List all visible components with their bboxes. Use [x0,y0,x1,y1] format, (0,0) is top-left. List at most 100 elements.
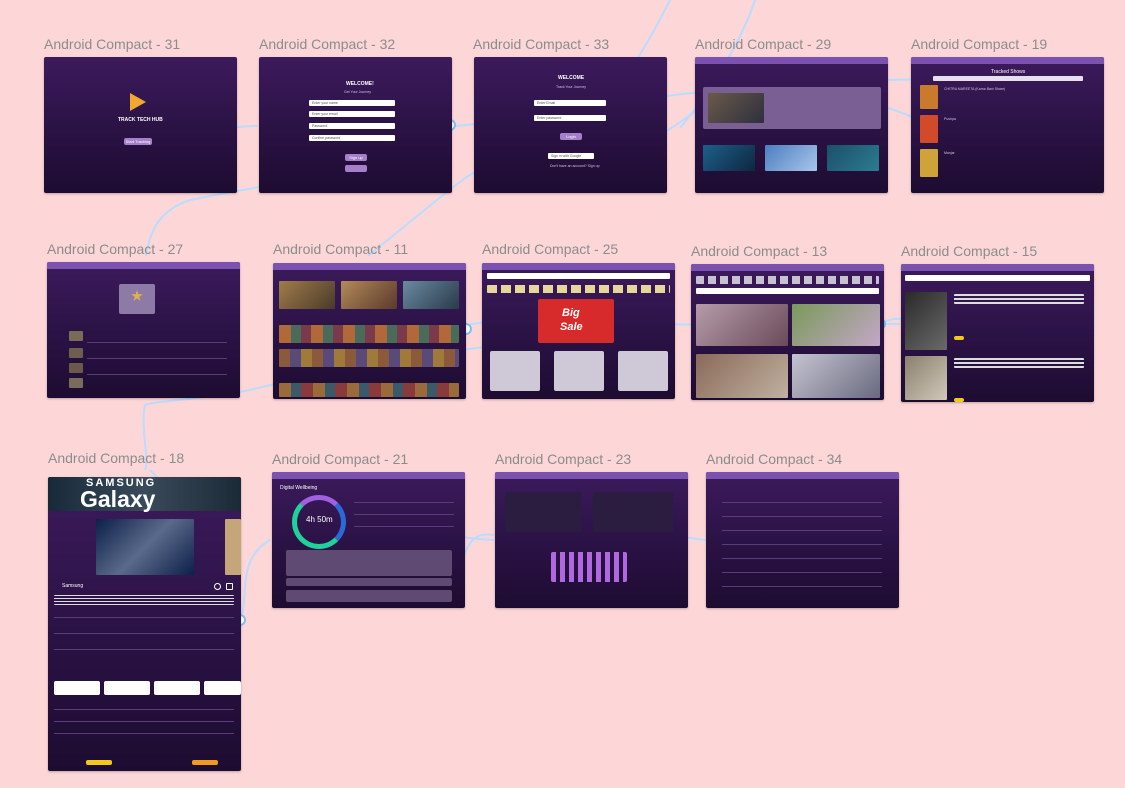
screen-digital-wellbeing[interactable]: Digital Wellbeing 4h 50m [272,472,465,608]
product-hero-image[interactable] [96,519,194,575]
product-card[interactable] [618,351,668,391]
product-card[interactable] [554,351,604,391]
frame-label: Android Compact - 23 [495,451,632,467]
add-to-cart-button[interactable] [86,760,112,765]
screen-dashboard[interactable] [495,472,688,608]
featured-card[interactable] [703,87,881,129]
buy-now-button[interactable] [192,760,218,765]
search-input[interactable] [696,288,879,294]
show-thumb[interactable] [69,363,83,373]
divider [722,516,882,517]
screen-splash[interactable]: TRACK TECH HUB Start Tracking [44,57,237,193]
login-button[interactable]: Login [560,133,582,140]
screen-login[interactable]: WELCOME Track Your Journey Enter Email E… [474,57,667,193]
start-tracking-button[interactable]: Start Tracking [124,138,152,145]
carousel-item[interactable] [403,281,459,309]
search-input[interactable] [905,275,1090,281]
product-image[interactable] [905,292,947,350]
tab-bar[interactable] [933,76,1083,81]
chart-card [593,492,673,532]
offer-card[interactable] [54,681,100,695]
poster-thumb[interactable] [827,145,879,171]
offer-card[interactable] [154,681,200,695]
status-bar [272,472,465,479]
divider [722,530,882,531]
show-thumb[interactable] [69,331,83,341]
screen-show-detail[interactable] [695,57,888,193]
google-signin-button[interactable]: Sign in with Google [548,153,594,159]
category-row[interactable] [696,276,879,284]
carousel-item[interactable] [279,281,335,309]
signup-link[interactable]: Don't have an account? Sign up [550,164,600,168]
offer-card[interactable] [204,681,241,695]
screen-product-grid[interactable] [691,264,884,400]
product-title-lines [954,358,1084,368]
show-poster[interactable] [920,85,938,109]
frame-label: Android Compact - 13 [691,243,828,259]
secondary-button[interactable] [345,165,367,172]
add-to-cart-button[interactable] [954,336,964,340]
show-thumb[interactable] [69,348,83,358]
show-thumb[interactable] [69,378,83,388]
show-poster[interactable] [920,149,938,177]
screen-signup[interactable]: WELCOME! Get Your Journey Enter your nam… [259,57,452,193]
divider [54,721,234,722]
wellbeing-title: Digital Wellbeing [280,485,318,491]
status-bar [706,472,899,479]
signup-button[interactable]: Sign up [345,154,367,161]
screen-tracked-shows[interactable]: Tracked Shows CHITRA MAREETA (Karna Bani… [911,57,1104,193]
offer-card[interactable] [104,681,150,695]
search-input[interactable] [487,273,670,279]
product-image[interactable] [696,354,788,398]
screen-time: 4h 50m [306,515,333,524]
carousel-item[interactable] [341,281,397,309]
screen-settings[interactable] [706,472,899,608]
category-row[interactable] [487,285,670,293]
product-image[interactable] [792,354,880,398]
screen-home-feed[interactable] [273,263,466,399]
sale-banner[interactable]: Big Sale [538,299,614,343]
poster-thumb[interactable] [765,145,817,171]
app-usage-row[interactable] [286,590,452,602]
divider [354,526,454,527]
poster-thumb[interactable] [703,145,755,171]
name-input[interactable]: Enter your name [309,100,395,106]
frame-label: Android Compact - 33 [473,36,610,52]
frame-label: Android Compact - 21 [272,451,409,467]
add-to-cart-button[interactable] [954,398,964,402]
brand-name: Samsung [62,583,84,589]
login-subheading: Track Your Journey [556,85,587,89]
frame-label: Android Compact - 18 [48,450,185,466]
login-email-input[interactable]: Enter Email [534,100,606,106]
product-image[interactable] [696,304,788,346]
poster-row[interactable] [279,383,459,397]
product-title-lines [954,294,1084,304]
product-card[interactable] [490,351,540,391]
login-password-input[interactable]: Enter password [534,115,606,121]
frame-label: Android Compact - 27 [47,241,184,257]
product-image[interactable] [905,356,947,400]
heart-icon[interactable] [214,583,221,590]
frame-label: Android Compact - 25 [482,241,619,257]
app-usage-row[interactable] [286,578,452,586]
product-image[interactable] [792,304,880,346]
divider [354,502,454,503]
screen-product-list[interactable] [901,264,1094,402]
share-icon[interactable] [226,583,233,590]
email-input[interactable]: Enter your email [309,111,395,117]
divider [87,374,227,375]
divider [87,358,227,359]
divider [722,572,882,573]
confirm-password-input[interactable]: Confirm password [309,135,395,141]
poster-row[interactable] [279,349,459,367]
screen-product-detail[interactable]: SAMSUNG Galaxy Samsung [48,477,241,771]
status-bar [695,57,888,64]
screen-shop[interactable]: Big Sale [482,263,675,399]
show-poster[interactable] [920,115,938,143]
app-usage-card[interactable] [286,550,452,576]
product-hero-next[interactable] [225,519,241,575]
logo-icon [130,93,146,111]
screen-channel[interactable] [47,262,240,398]
poster-row[interactable] [279,325,459,343]
password-input[interactable]: Password [309,123,395,129]
